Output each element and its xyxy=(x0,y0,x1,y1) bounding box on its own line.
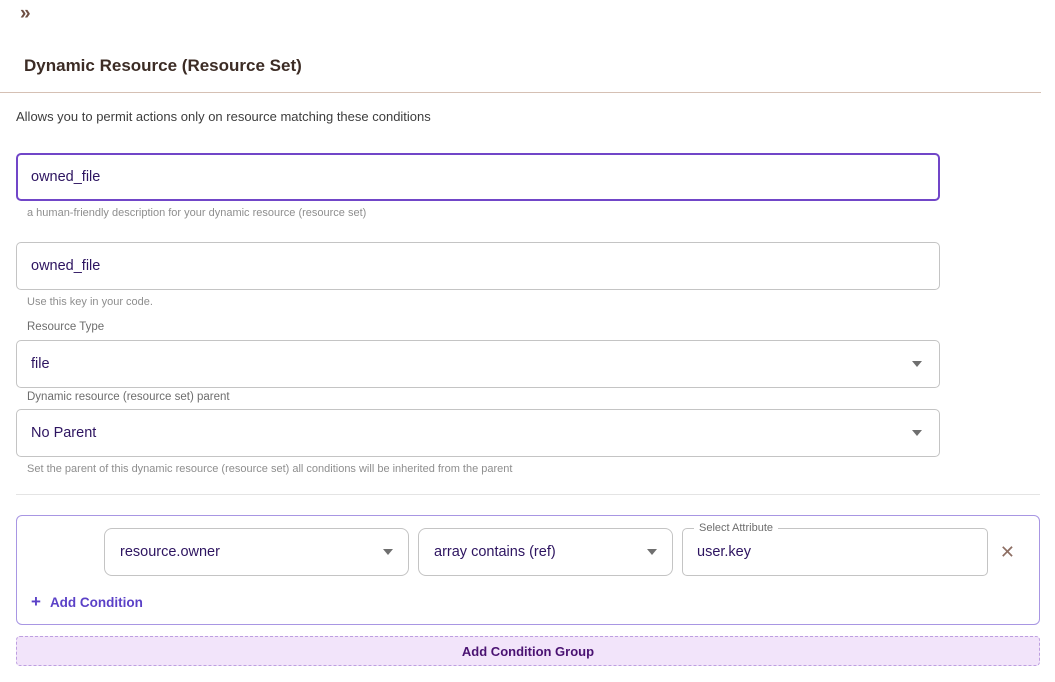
add-condition-group-button[interactable]: Add Condition Group xyxy=(16,636,1040,666)
condition-group: resource.owner array contains (ref) Sele… xyxy=(16,515,1040,625)
chevron-down-icon xyxy=(647,549,657,555)
add-condition-label: Add Condition xyxy=(50,595,143,610)
parent-helper-text: Set the parent of this dynamic resource … xyxy=(27,463,512,475)
condition-value-input[interactable] xyxy=(683,529,987,575)
page-subtitle: Allows you to permit actions only on res… xyxy=(16,109,431,124)
condition-attribute-value: resource.owner xyxy=(120,544,220,560)
condition-value-field: Select Attribute xyxy=(682,528,988,576)
resource-type-label: Resource Type xyxy=(27,321,104,333)
page-title: Dynamic Resource (Resource Set) xyxy=(24,56,302,76)
add-condition-button[interactable]: + Add Condition xyxy=(31,593,143,611)
parent-label: Dynamic resource (resource set) parent xyxy=(27,391,230,403)
resource-type-select[interactable]: file xyxy=(16,340,940,388)
description-helper-text: a human-friendly description for your dy… xyxy=(27,207,366,219)
condition-operator-select[interactable]: array contains (ref) xyxy=(418,528,673,576)
section-divider xyxy=(16,494,1040,495)
description-input[interactable] xyxy=(16,153,940,201)
condition-attribute-select[interactable]: resource.owner xyxy=(104,528,409,576)
resource-type-value: file xyxy=(31,356,50,372)
condition-operator-value: array contains (ref) xyxy=(434,544,556,560)
chevron-down-icon xyxy=(383,549,393,555)
condition-value-label: Select Attribute xyxy=(694,522,778,535)
parent-value: No Parent xyxy=(31,425,96,441)
title-divider xyxy=(0,92,1041,93)
chevron-down-icon xyxy=(912,430,922,436)
parent-select[interactable]: No Parent xyxy=(16,409,940,457)
collapse-panel-icon[interactable]: » xyxy=(20,2,30,26)
remove-condition-icon[interactable]: ✕ xyxy=(1000,540,1015,564)
key-input[interactable] xyxy=(16,242,940,290)
chevron-down-icon xyxy=(912,361,922,367)
plus-icon: + xyxy=(31,593,41,611)
key-helper-text: Use this key in your code. xyxy=(27,296,153,308)
